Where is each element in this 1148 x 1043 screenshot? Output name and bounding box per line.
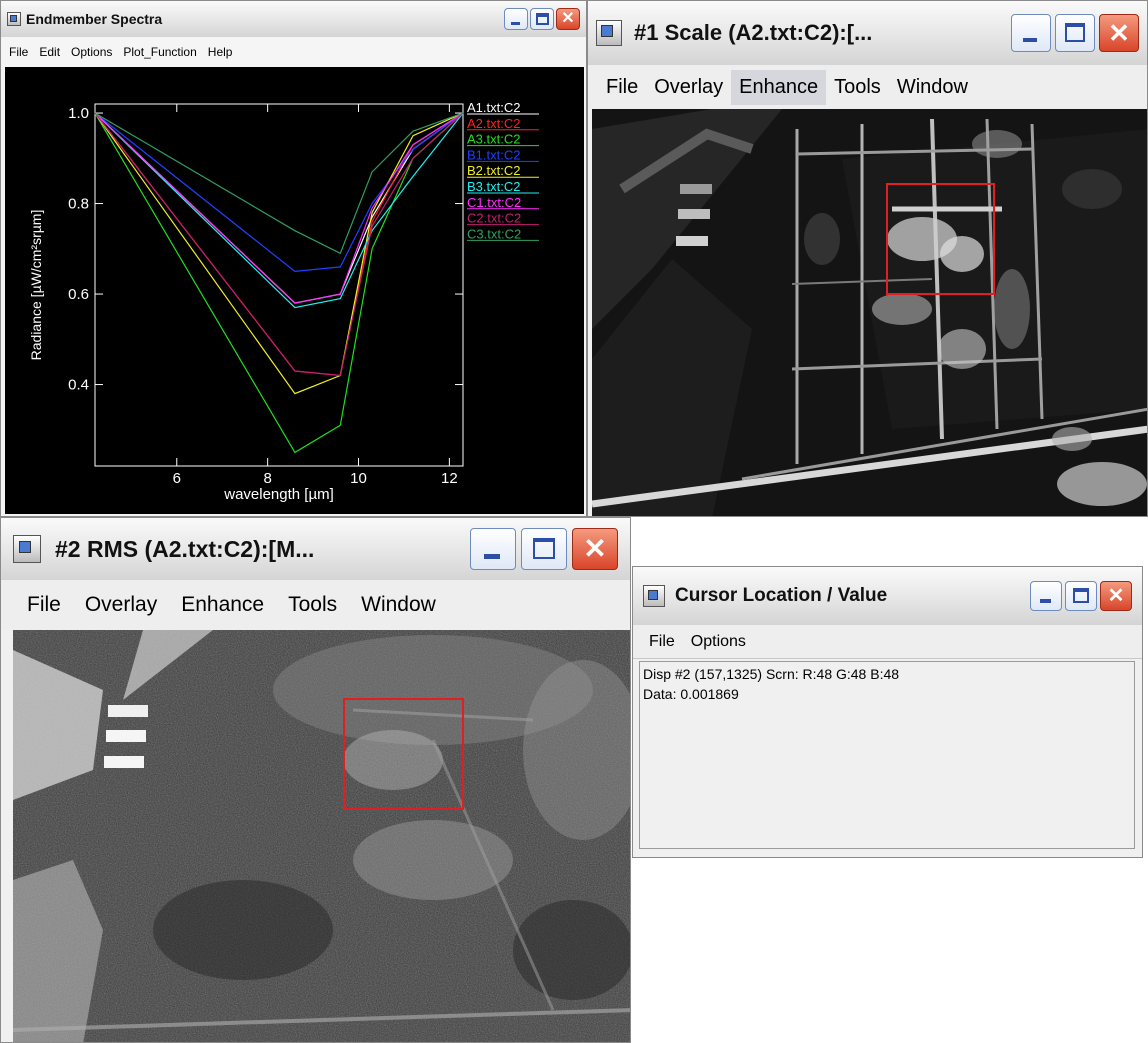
scale-image [592, 109, 1147, 516]
close-button[interactable]: ✕ [1099, 14, 1139, 52]
spectra-title-bar[interactable]: Endmember Spectra ✕ [1, 1, 586, 37]
cursor-location-window: Cursor Location / Value ✕ File Options D… [632, 566, 1143, 858]
close-button[interactable]: ✕ [556, 8, 580, 30]
maximize-button[interactable] [530, 8, 554, 30]
menu-window[interactable]: Window [889, 70, 976, 105]
close-button[interactable]: ✕ [572, 528, 618, 570]
close-icon: ✕ [561, 10, 575, 27]
rms-window-title: #2 RMS (A2.txt:C2):[M... [55, 535, 315, 562]
maximize-icon [536, 13, 549, 25]
endmember-spectra-window: Endmember Spectra ✕ File Edit Options Pl… [0, 0, 587, 517]
menu-window[interactable]: Window [349, 587, 448, 623]
menu-file[interactable]: File [9, 45, 28, 59]
menu-tools[interactable]: Tools [826, 70, 889, 105]
minimize-button[interactable] [504, 8, 528, 30]
legend-entry: C3.txt:C2 [467, 226, 521, 241]
menu-options[interactable]: Options [691, 633, 746, 651]
cursor-title-bar[interactable]: Cursor Location / Value ✕ [633, 567, 1142, 625]
cursor-menu-bar: File Options [633, 625, 1142, 659]
cursor-window-title: Cursor Location / Value [675, 585, 888, 606]
maximize-button[interactable] [521, 528, 567, 570]
menu-file[interactable]: File [598, 70, 646, 105]
menu-enhance[interactable]: Enhance [731, 69, 827, 105]
cursor-value-panel: Disp #2 (157,1325) Scrn: R:48 G:48 B:48 … [639, 661, 1135, 849]
x-tick-label: 8 [263, 470, 271, 487]
menu-overlay[interactable]: Overlay [73, 587, 169, 623]
menu-plot-function[interactable]: Plot_Function [123, 45, 196, 59]
legend-entry: A1.txt:C2 [467, 100, 520, 115]
window-app-icon[interactable] [7, 12, 21, 26]
menu-help[interactable]: Help [208, 45, 233, 59]
y-tick-label: 0.4 [68, 377, 89, 394]
scale-image-view[interactable] [592, 109, 1147, 516]
minimize-icon [1040, 599, 1051, 603]
legend-entry: A2.txt:C2 [467, 116, 520, 131]
menu-overlay[interactable]: Overlay [646, 70, 731, 105]
menu-file[interactable]: File [15, 587, 73, 623]
y-axis-label: Radiance [µW/cm²srµm] [28, 210, 44, 361]
menu-edit[interactable]: Edit [39, 45, 60, 59]
scale-menu-bar: File Overlay Enhance Tools Window [588, 65, 1147, 109]
menu-tools[interactable]: Tools [276, 587, 349, 623]
menu-options[interactable]: Options [71, 45, 112, 59]
minimize-button[interactable] [1011, 14, 1051, 52]
spectra-plot[interactable]: 6 8 10 12 0.4 0.6 0.8 1.0 wavelength [µm] Radianc… [5, 67, 584, 514]
maximize-button[interactable] [1055, 14, 1095, 52]
minimize-icon [511, 22, 520, 25]
maximize-button[interactable] [1065, 581, 1097, 611]
legend-entry: C2.txt:C2 [467, 211, 521, 226]
maximize-icon [533, 538, 555, 559]
maximize-icon [1065, 23, 1085, 42]
maximize-icon [1073, 588, 1089, 603]
minimize-icon [1023, 38, 1037, 42]
legend-entry: B3.txt:C2 [467, 179, 520, 194]
scale-window: #1 Scale (A2.txt:C2):[... ✕ File Overlay… [587, 0, 1148, 517]
window-app-icon[interactable] [643, 585, 665, 607]
legend-entry: B2.txt:C2 [467, 163, 520, 178]
window-app-icon[interactable] [13, 535, 41, 563]
minimize-button[interactable] [1030, 581, 1062, 611]
close-icon: ✕ [1107, 585, 1125, 607]
legend-entry: C1.txt:C2 [467, 195, 521, 210]
y-tick-label: 0.6 [68, 286, 89, 303]
menu-file[interactable]: File [649, 633, 675, 651]
legend-entry: A3.txt:C2 [467, 132, 520, 147]
x-tick-label: 12 [441, 470, 458, 487]
scale-window-title: #1 Scale (A2.txt:C2):[... [634, 20, 873, 45]
rms-image-view[interactable] [13, 630, 630, 1042]
rms-title-bar[interactable]: #2 RMS (A2.txt:C2):[M... ✕ [1, 518, 630, 580]
cursor-data-text: Data: 0.001869 [643, 686, 739, 702]
close-button[interactable]: ✕ [1100, 581, 1132, 611]
minimize-icon [484, 554, 500, 559]
selection-box[interactable] [886, 183, 995, 295]
cursor-location-text: Disp #2 (157,1325) Scrn: R:48 G:48 B:48 [643, 666, 900, 682]
y-tick-label: 0.8 [68, 196, 89, 213]
spectra-window-title: Endmember Spectra [26, 11, 163, 27]
close-icon: ✕ [583, 533, 607, 564]
x-axis-label: wavelength [µm] [223, 486, 334, 503]
spectra-menu-bar: File Edit Options Plot_Function Help [1, 37, 586, 67]
scale-title-bar[interactable]: #1 Scale (A2.txt:C2):[... ✕ [588, 1, 1147, 65]
legend-entry: B1.txt:C2 [467, 147, 520, 162]
rms-image [13, 630, 630, 1042]
x-tick-label: 10 [350, 470, 367, 487]
window-app-icon[interactable] [596, 20, 622, 46]
minimize-button[interactable] [470, 528, 516, 570]
menu-enhance[interactable]: Enhance [169, 587, 276, 623]
rms-window: #2 RMS (A2.txt:C2):[M... ✕ File Overlay … [0, 517, 631, 1043]
x-tick-label: 6 [173, 470, 181, 487]
rms-menu-bar: File Overlay Enhance Tools Window [1, 580, 630, 630]
y-tick-label: 1.0 [68, 105, 89, 122]
close-icon: ✕ [1108, 18, 1130, 48]
selection-box[interactable] [343, 698, 464, 810]
